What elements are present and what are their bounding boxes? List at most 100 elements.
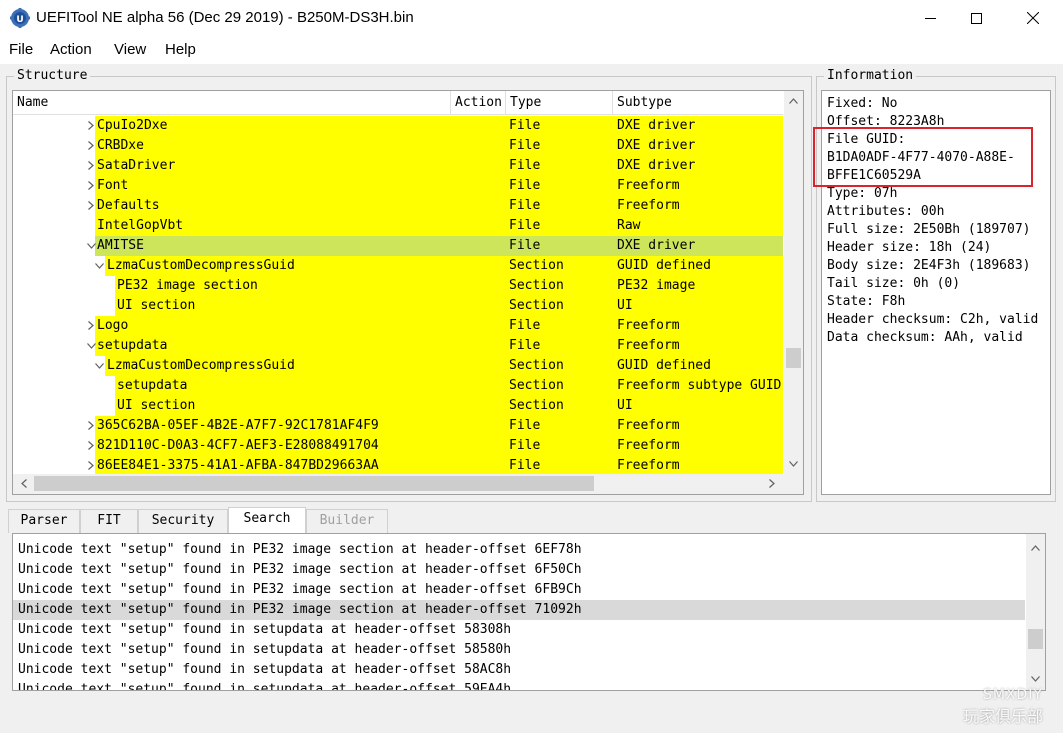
info-line: Type: 07h (827, 186, 898, 201)
results-vertical-scrollbar[interactable] (1026, 534, 1045, 690)
tree-row[interactable]: PE32 image section Section PE32 image (13, 276, 783, 296)
chevron-right-icon[interactable] (85, 316, 97, 336)
chevron-right-icon[interactable] (85, 116, 97, 136)
info-line: Attributes: 00h (827, 204, 945, 219)
minimize-icon (924, 17, 936, 19)
menu-action[interactable]: Action (50, 41, 92, 58)
row-highlight (115, 296, 783, 316)
tree-row[interactable]: 821D110C-D0A3-4CF7-AEF3-E28088491704 File… (13, 436, 783, 456)
search-result-row[interactable]: Unicode text "setup" found in PE32 image… (13, 600, 1025, 620)
tree-row[interactable]: setupdata File Freeform (13, 336, 783, 356)
tree-cell-type: Section (509, 358, 564, 373)
tree-cell-name: LzmaCustomDecompressGuid (107, 358, 295, 373)
info-line: Body size: 2E4F3h (189683) (827, 258, 1031, 273)
tree-row[interactable]: LzmaCustomDecompressGuid Section GUID defi… (13, 256, 783, 276)
tree-horizontal-scrollbar[interactable] (13, 474, 803, 494)
tree-cell-type: File (509, 198, 541, 213)
structure-tree[interactable]: Name Action Type Subtype CpuIo2Dxe File DX… (12, 90, 804, 495)
tree-row[interactable]: LzmaCustomDecompressGuid Section GUID defi… (13, 356, 783, 376)
tree-hscroll-thumb[interactable] (34, 476, 594, 491)
chevron-right-icon[interactable] (85, 416, 97, 436)
tree-row[interactable]: setupdata Section Freeform subtype GUID (13, 376, 783, 396)
tree-row[interactable]: CRBDxe File DXE driver (13, 136, 783, 156)
info-line: Header size: 18h (24) (827, 240, 992, 255)
structure-title: Structure (14, 68, 91, 83)
tree-cell-name: 86EE84E1-3375-41A1-AFBA-847BD29663AA (97, 458, 379, 473)
row-highlight (115, 396, 783, 416)
chevron-right-icon[interactable] (85, 196, 97, 216)
minimize-button[interactable] (907, 0, 953, 36)
maximize-button[interactable] (953, 0, 999, 36)
close-button[interactable] (1010, 0, 1056, 36)
search-result-row[interactable]: Unicode text "setup" found in PE32 image… (13, 540, 1025, 560)
results-scroll-thumb[interactable] (1028, 629, 1043, 649)
tab-security[interactable]: Security (138, 509, 228, 533)
info-line: Full size: 2E50Bh (189707) (827, 222, 1031, 237)
search-results-list[interactable]: Unicode text "setup" found in PE32 image… (12, 533, 1046, 691)
tree-row[interactable]: 365C62BA-05EF-4B2E-A7F7-92C1781AF4F9 File… (13, 416, 783, 436)
guid-highlight-box (813, 127, 1033, 187)
scroll-down-icon[interactable] (785, 455, 802, 472)
search-result-row[interactable]: Unicode text "setup" found in PE32 image… (13, 560, 1025, 580)
tree-cell-type: Section (509, 298, 564, 313)
tree-row[interactable]: Defaults File Freeform (13, 196, 783, 216)
tree-cell-name: 821D110C-D0A3-4CF7-AEF3-E28088491704 (97, 438, 379, 453)
tree-cell-type: Section (509, 398, 564, 413)
scroll-left-icon[interactable] (15, 475, 32, 492)
chevron-down-icon[interactable] (85, 236, 97, 256)
menu-help[interactable]: Help (165, 41, 196, 58)
tree-cell-subtype: Freeform (617, 458, 680, 473)
chevron-down-icon[interactable] (85, 336, 97, 356)
chevron-right-icon[interactable] (85, 436, 97, 456)
menu-file[interactable]: File (9, 41, 33, 58)
search-result-row[interactable]: Unicode text "setup" found in PE32 image… (13, 580, 1025, 600)
tree-row[interactable]: AMITSE File DXE driver (13, 236, 783, 256)
chevron-down-icon[interactable] (93, 256, 105, 276)
info-line: Fixed: No (827, 96, 898, 111)
tree-row[interactable]: 86EE84E1-3375-41A1-AFBA-847BD29663AA File… (13, 456, 783, 474)
info-line: Tail size: 0h (0) (827, 276, 961, 291)
scroll-up-icon[interactable] (785, 92, 802, 109)
column-header-subtype[interactable]: Subtype (613, 91, 783, 115)
tab-fit[interactable]: FIT (80, 509, 138, 533)
search-result-row[interactable]: Unicode text "setup" found in setupdata … (13, 680, 1025, 690)
tree-cell-subtype: Freeform (617, 178, 680, 193)
tree-cell-subtype: Freeform (617, 318, 680, 333)
column-header-name[interactable]: Name (13, 91, 451, 115)
info-line: Data checksum: AAh, valid (827, 330, 1023, 345)
tab-parser[interactable]: Parser (8, 509, 80, 533)
column-header-type[interactable]: Type (506, 91, 613, 115)
chevron-right-icon[interactable] (85, 176, 97, 196)
tree-cell-type: Section (509, 378, 564, 393)
tree-row[interactable]: Logo File Freeform (13, 316, 783, 336)
scroll-right-icon[interactable] (763, 475, 780, 492)
column-header-action[interactable]: Action (451, 91, 506, 115)
tab-builder: Builder (306, 509, 388, 533)
tree-scroll-thumb[interactable] (786, 348, 801, 368)
search-result-row[interactable]: Unicode text "setup" found in setupdata … (13, 620, 1025, 640)
tree-cell-name: SataDriver (97, 158, 176, 173)
tree-vertical-scrollbar[interactable] (784, 91, 803, 474)
results-scroll-up-icon[interactable] (1027, 539, 1044, 556)
tree-row[interactable]: UI section Section UI (13, 296, 783, 316)
tree-row[interactable]: CpuIo2Dxe File DXE driver (13, 116, 783, 136)
chevron-right-icon[interactable] (85, 136, 97, 156)
tree-cell-name: IntelGopVbt (97, 218, 184, 233)
tab-search[interactable]: Search (228, 507, 306, 534)
chevron-right-icon[interactable] (85, 156, 97, 176)
menu-view[interactable]: View (114, 41, 146, 58)
tree-row[interactable]: IntelGopVbt File Raw (13, 216, 783, 236)
search-result-row[interactable]: Unicode text "setup" found in setupdata … (13, 640, 1025, 660)
tree-cell-name: UI section (117, 298, 196, 313)
tree-row[interactable]: UI section Section UI (13, 396, 783, 416)
results-scroll-down-icon[interactable] (1027, 670, 1044, 687)
tree-cell-name: Defaults (97, 198, 160, 213)
menu-bar: File Action View Help (0, 36, 1063, 64)
chevron-right-icon[interactable] (85, 456, 97, 474)
tree-row[interactable]: SataDriver File DXE driver (13, 156, 783, 176)
chevron-down-icon[interactable] (93, 356, 105, 376)
tree-row[interactable]: Font File Freeform (13, 176, 783, 196)
search-result-row[interactable]: Unicode text "setup" found in setupdata … (13, 660, 1025, 680)
tree-cell-subtype: PE32 image (617, 278, 696, 293)
tree-cell-name: 365C62BA-05EF-4B2E-A7F7-92C1781AF4F9 (97, 418, 379, 433)
